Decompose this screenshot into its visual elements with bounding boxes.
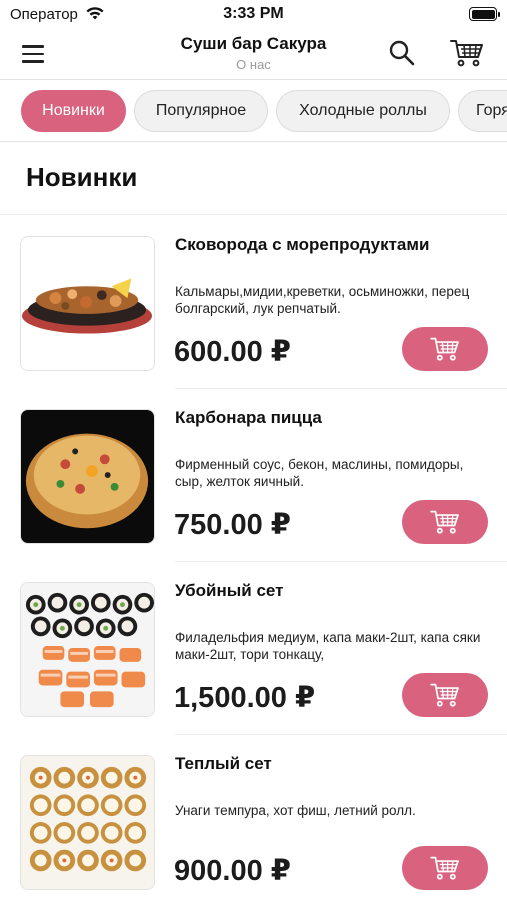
- section-divider: [0, 214, 507, 215]
- about-link[interactable]: О нас: [0, 57, 507, 72]
- product-card[interactable]: Карбонара пицца Фирменный соус, бекон, м…: [0, 389, 507, 562]
- product-price: 750.00 ₽: [174, 509, 291, 541]
- product-description: Филадельфия медиум, капа маки-2шт, капа …: [175, 630, 481, 662]
- cart-icon: [430, 510, 459, 534]
- cart-icon: [430, 683, 459, 707]
- add-to-cart-button[interactable]: [402, 846, 488, 890]
- product-name: Карбонара пицца: [175, 408, 322, 427]
- add-to-cart-button[interactable]: [402, 673, 488, 717]
- category-chip-new[interactable]: Новинки: [21, 90, 126, 132]
- product-name: Убойный сет: [175, 581, 284, 600]
- cart-icon[interactable]: [450, 38, 484, 68]
- product-name: Сковорода с морепродуктами: [175, 235, 430, 254]
- cart-icon: [430, 337, 459, 361]
- product-price: 900.00 ₽: [174, 855, 291, 887]
- product-card[interactable]: Теплый сет Унаги темпура, хот фиш, летни…: [0, 735, 507, 900]
- battery-icon: [469, 7, 500, 21]
- navigation-bar: Суши бар Сакура О нас: [0, 28, 507, 80]
- category-tabs: Новинки Популярное Холодные роллы Горя: [0, 80, 507, 142]
- product-image-sushi-set: [20, 582, 155, 717]
- product-image-seafood-pan: [20, 236, 155, 371]
- status-bar: Оператор 3:33 PM: [0, 0, 507, 28]
- product-image-warm-set: [20, 755, 155, 890]
- product-price: 1,500.00 ₽: [174, 682, 316, 714]
- product-description: Фирменный соус, бекон, маслины, помидоры…: [175, 457, 464, 489]
- search-icon[interactable]: [388, 39, 416, 67]
- product-description: Унаги темпура, хот фиш, летний ролл.: [175, 803, 416, 818]
- cart-icon: [430, 856, 459, 880]
- product-name: Теплый сет: [175, 754, 272, 773]
- product-description: Кальмары,мидии,креветки, осьминожки, пер…: [175, 284, 470, 316]
- status-time: 3:33 PM: [223, 5, 284, 22]
- category-chip-cold-rolls[interactable]: Холодные роллы: [276, 90, 450, 132]
- product-card[interactable]: Убойный сет Филадельфия медиум, капа мак…: [0, 562, 507, 735]
- category-chip-popular[interactable]: Популярное: [134, 90, 268, 132]
- add-to-cart-button[interactable]: [402, 500, 488, 544]
- add-to-cart-button[interactable]: [402, 327, 488, 371]
- page-title: Суши бар Сакура: [180, 34, 327, 53]
- section-title: Новинки: [26, 162, 138, 192]
- product-price: 600.00 ₽: [174, 336, 291, 368]
- product-card[interactable]: Сковорода с морепродуктами Кальмары,миди…: [0, 216, 507, 389]
- product-image-carbonara-pizza: [20, 409, 155, 544]
- category-chip-hot[interactable]: Горя: [458, 90, 507, 132]
